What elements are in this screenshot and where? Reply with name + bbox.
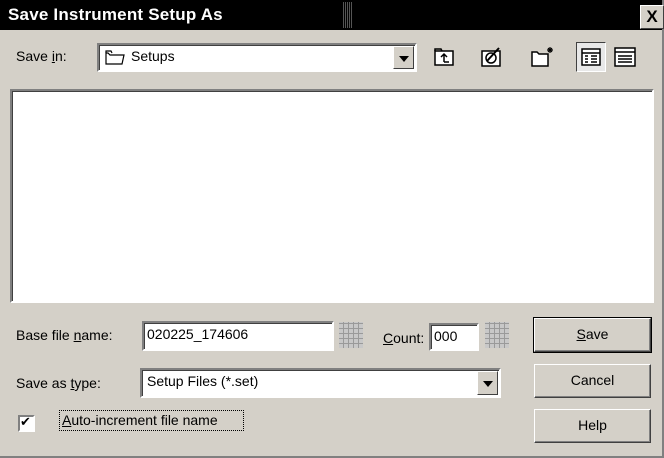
save-as-type-label: Save as type: — [16, 375, 101, 391]
new-folder-icon — [531, 47, 553, 67]
save-in-value: Setups — [131, 48, 175, 64]
auto-increment-label[interactable]: Auto-increment file name — [62, 412, 218, 428]
save-as-type-value: Setup Files (*.set) — [147, 373, 259, 389]
base-file-name-label: Base file name: — [16, 327, 113, 343]
close-button[interactable]: X — [640, 5, 664, 29]
auto-increment-checkbox[interactable] — [18, 414, 35, 432]
base-file-name-input[interactable]: 020225_174606 — [142, 321, 334, 351]
list-view-icon — [581, 48, 601, 66]
title-bar[interactable]: Save Instrument Setup As X — [0, 0, 664, 30]
count-keypad-icon[interactable] — [485, 322, 509, 348]
help-button[interactable]: Help — [534, 409, 651, 443]
new-folder-button[interactable] — [527, 42, 557, 72]
list-view-button[interactable] — [576, 42, 606, 72]
up-one-level-button[interactable] — [430, 42, 460, 72]
count-input[interactable]: 000 — [429, 323, 479, 351]
title-grip — [343, 2, 353, 28]
details-view-button[interactable] — [610, 42, 640, 72]
count-label: Count: — [383, 330, 425, 346]
save-button[interactable]: Save — [533, 317, 652, 353]
file-list[interactable] — [10, 89, 654, 303]
folder-icon — [105, 50, 125, 65]
base-file-name-value: 020225_174606 — [147, 326, 249, 342]
save-in-dropdown-arrow[interactable] — [393, 46, 414, 69]
save-dialog: Save Instrument Setup As X Save in: Setu… — [0, 0, 664, 458]
web-folder-icon — [481, 47, 501, 67]
save-as-type-dropdown[interactable]: Setup Files (*.set) — [140, 368, 501, 398]
details-view-icon — [614, 47, 636, 67]
count-value: 000 — [434, 328, 458, 344]
window-title: Save Instrument Setup As — [8, 5, 223, 24]
up-one-level-icon — [434, 48, 454, 66]
save-in-dropdown[interactable]: Setups — [97, 43, 417, 72]
cancel-button[interactable]: Cancel — [534, 364, 651, 398]
web-folder-button[interactable] — [477, 42, 507, 72]
base-file-name-keypad-icon[interactable] — [339, 322, 363, 348]
save-as-type-dropdown-arrow[interactable] — [477, 371, 498, 395]
save-in-label: Save in: — [16, 48, 67, 64]
